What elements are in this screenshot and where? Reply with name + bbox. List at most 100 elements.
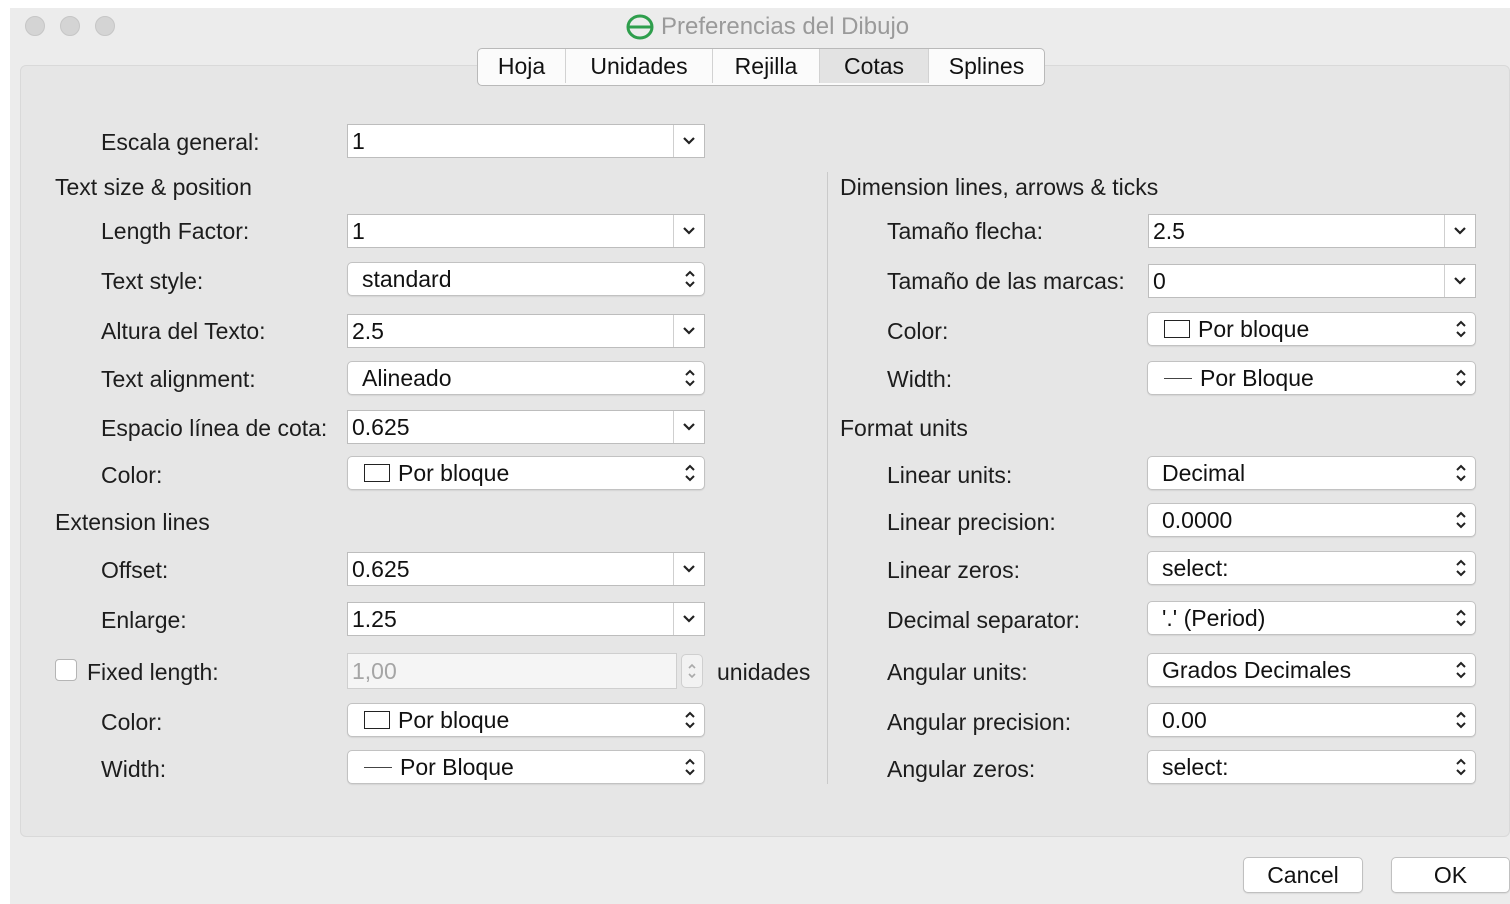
angular-zeros-value: select: [1162, 753, 1229, 780]
decimal-separator-label: Decimal separator: [887, 607, 1081, 633]
angular-precision-select[interactable]: 0.00 [1147, 703, 1476, 737]
linear-precision-value: 0.0000 [1162, 506, 1233, 533]
chevron-down-icon[interactable] [1444, 215, 1475, 247]
extension-lines-section-heading: Extension lines [55, 509, 210, 535]
escala-general-label: Escala general: [101, 129, 260, 155]
up-down-arrows-icon [1447, 558, 1475, 578]
linear-units-label: Linear units: [887, 462, 1013, 488]
dimension-width-value: Por Bloque [1200, 364, 1314, 391]
chevron-down-icon[interactable] [673, 215, 704, 247]
up-down-arrows-icon [1447, 510, 1475, 530]
up-down-arrows-icon [1447, 660, 1475, 680]
close-button[interactable] [25, 16, 45, 36]
up-down-arrows-icon [1447, 368, 1475, 388]
text-style-select[interactable]: standard [347, 262, 705, 296]
tamano-flecha-combo[interactable]: 2.5 [1148, 214, 1476, 248]
enlarge-label: Enlarge: [101, 607, 187, 633]
up-down-arrows-icon [1447, 710, 1475, 730]
linear-units-value: Decimal [1162, 459, 1246, 486]
tab-unidades[interactable]: Unidades [566, 49, 713, 83]
up-down-arrows-icon [676, 710, 704, 730]
length-factor-label: Length Factor: [101, 218, 250, 244]
fixed-length-unit: unidades [717, 659, 811, 685]
offset-label: Offset: [101, 557, 169, 583]
chevron-down-icon[interactable] [673, 603, 704, 635]
text-size-section-heading: Text size & position [55, 174, 252, 200]
tamano-marcas-combo[interactable]: 0 [1148, 264, 1476, 298]
chevron-down-icon[interactable] [1444, 265, 1475, 297]
up-down-arrows-icon [1447, 608, 1475, 628]
dimension-color-label: Color: [887, 318, 949, 344]
up-down-arrows-icon [1447, 463, 1475, 483]
cancel-button[interactable]: Cancel [1243, 857, 1363, 893]
text-color-value: Por bloque [398, 459, 510, 486]
text-color-select[interactable]: Por bloque [347, 456, 705, 490]
extension-color-select[interactable]: Por bloque [347, 703, 705, 737]
column-divider [827, 172, 828, 784]
enlarge-value: 1.25 [352, 605, 397, 632]
up-down-arrows-icon [1447, 319, 1475, 339]
linear-precision-select[interactable]: 0.0000 [1147, 503, 1476, 537]
espacio-linea-cota-value: 0.625 [352, 413, 410, 440]
line-width-icon [1164, 377, 1192, 379]
text-alignment-select[interactable]: Alineado [347, 361, 705, 395]
angular-zeros-select[interactable]: select: [1147, 750, 1476, 784]
offset-value: 0.625 [352, 555, 410, 582]
fixed-length-label: Fixed length: [87, 659, 219, 685]
tab-rejilla[interactable]: Rejilla [713, 49, 820, 83]
up-down-arrows-icon [676, 269, 704, 289]
angular-units-label: Angular units: [887, 659, 1028, 685]
linear-units-select[interactable]: Decimal [1147, 456, 1476, 490]
minimize-button[interactable] [60, 16, 80, 36]
angular-zeros-label: Angular zeros: [887, 756, 1036, 782]
window-title: Preferencias del Dibujo [625, 13, 909, 40]
decimal-separator-select[interactable]: '.' (Period) [1147, 601, 1476, 635]
decimal-separator-value: '.' (Period) [1162, 604, 1266, 631]
line-width-icon [364, 766, 392, 768]
escala-general-combo[interactable]: 1 [347, 124, 705, 158]
fixed-length-stepper[interactable] [681, 654, 703, 688]
text-style-value: standard [362, 265, 452, 292]
color-swatch-icon [364, 711, 390, 729]
text-style-label: Text style: [101, 268, 204, 294]
extension-width-value: Por Bloque [400, 753, 514, 780]
tab-cotas[interactable]: Cotas [820, 49, 929, 83]
length-factor-combo[interactable]: 1 [347, 214, 705, 248]
tab-splines[interactable]: Splines [929, 49, 1044, 83]
linear-zeros-label: Linear zeros: [887, 557, 1020, 583]
tab-hoja[interactable]: Hoja [478, 49, 566, 83]
espacio-linea-cota-combo[interactable]: 0.625 [347, 410, 705, 444]
angular-units-select[interactable]: Grados Decimales [1147, 653, 1476, 687]
tab-bar: Hoja Unidades Rejilla Cotas Splines [477, 48, 1045, 86]
text-alignment-label: Text alignment: [101, 366, 256, 392]
ok-button[interactable]: OK [1391, 857, 1510, 893]
angular-units-value: Grados Decimales [1162, 656, 1352, 683]
linear-zeros-select[interactable]: select: [1147, 551, 1476, 585]
length-factor-value: 1 [352, 217, 365, 244]
altura-texto-label: Altura del Texto: [101, 318, 266, 344]
tamano-marcas-label: Tamaño de las marcas: [887, 268, 1125, 294]
chevron-down-icon[interactable] [673, 411, 704, 443]
chevron-down-icon[interactable] [673, 125, 704, 157]
extension-color-label: Color: [101, 709, 163, 735]
dimension-color-select[interactable]: Por bloque [1147, 312, 1476, 346]
extension-width-select[interactable]: Por Bloque [347, 750, 705, 784]
chevron-down-icon[interactable] [673, 553, 704, 585]
up-down-arrows-icon [1447, 757, 1475, 777]
color-swatch-icon [364, 464, 390, 482]
zoom-button[interactable] [95, 16, 115, 36]
chevron-down-icon[interactable] [673, 315, 704, 347]
dimension-width-select[interactable]: Por Bloque [1147, 361, 1476, 395]
up-down-arrows-icon [676, 463, 704, 483]
offset-combo[interactable]: 0.625 [347, 552, 705, 586]
tamano-marcas-value: 0 [1153, 267, 1166, 294]
enlarge-combo[interactable]: 1.25 [347, 602, 705, 636]
fixed-length-input[interactable]: 1,00 [347, 653, 677, 689]
text-alignment-value: Alineado [362, 364, 452, 391]
extension-width-label: Width: [101, 756, 167, 782]
linear-precision-label: Linear precision: [887, 509, 1056, 535]
altura-texto-combo[interactable]: 2.5 [347, 314, 705, 348]
espacio-linea-cota-label: Espacio línea de cota: [101, 415, 328, 441]
up-down-arrows-icon [676, 757, 704, 777]
fixed-length-checkbox[interactable] [55, 659, 77, 681]
